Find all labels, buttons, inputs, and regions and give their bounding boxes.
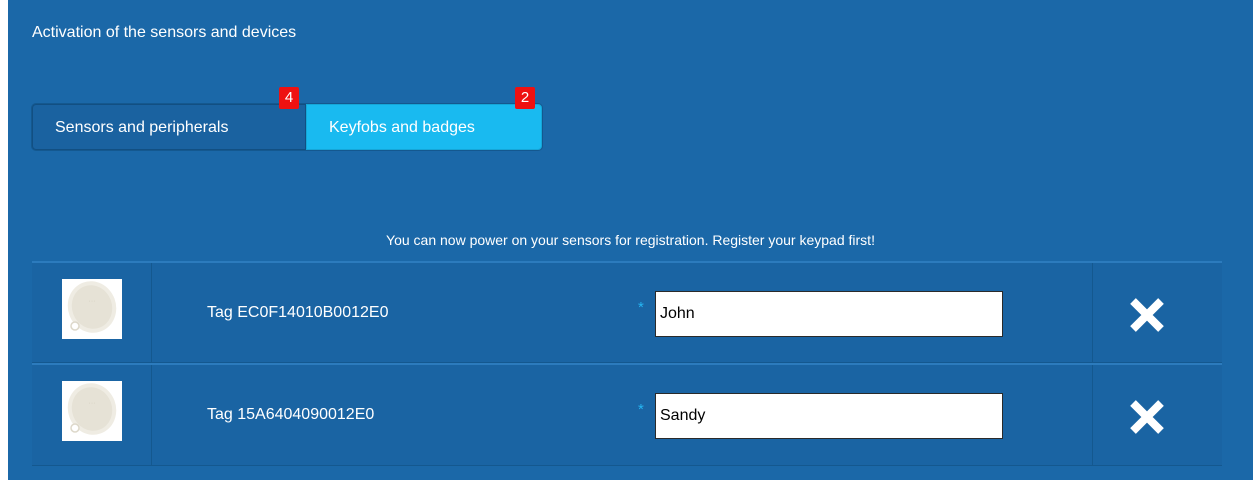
delete-button[interactable] <box>1127 295 1167 335</box>
tab-keyfobs-and-badges[interactable]: Keyfobs and badges 2 <box>306 87 542 150</box>
device-tabs: Sensors and peripherals 4 Keyfobs and ba… <box>32 87 542 150</box>
tab-count-badge: 2 <box>515 87 535 109</box>
device-list: ··· Tag EC0F14010B0012E0 * John ··· Tag … <box>32 261 1222 466</box>
device-row: ··· Tag 15A6404090012E0 * <box>32 363 1222 466</box>
device-name: Tag 15A6404090012E0 <box>207 406 375 423</box>
delete-cell <box>1092 365 1222 465</box>
device-name: Tag EC0F14010B0012E0 <box>207 303 389 321</box>
page-title: Activation of the sensors and devices <box>32 24 297 41</box>
activation-panel: Activation of the sensors and devices Se… <box>8 0 1253 480</box>
svg-text:···: ··· <box>89 400 96 407</box>
required-marker: * <box>638 299 644 316</box>
device-name-input[interactable] <box>655 291 1003 337</box>
svg-text:···: ··· <box>89 298 96 305</box>
tab-sensors-and-peripherals[interactable]: Sensors and peripherals 4 <box>32 87 306 150</box>
device-row: ··· Tag EC0F14010B0012E0 * <box>32 261 1222 363</box>
device-name-input[interactable] <box>655 393 1003 439</box>
tab-label: Sensors and peripherals <box>55 119 229 136</box>
close-x-icon <box>1130 400 1164 434</box>
keyfob-tag-icon: ··· <box>62 381 122 441</box>
delete-cell <box>1092 263 1222 362</box>
close-x-icon <box>1130 298 1164 332</box>
required-marker: * <box>638 401 644 418</box>
tab-count-badge: 4 <box>279 87 299 109</box>
keyfob-tag-icon: ··· <box>62 279 122 339</box>
registration-notice: You can now power on your sensors for re… <box>386 232 875 248</box>
device-icon-cell: ··· <box>32 365 152 465</box>
device-icon-cell: ··· <box>32 263 152 362</box>
tab-label: Keyfobs and badges <box>329 119 475 136</box>
delete-button[interactable] <box>1127 397 1167 437</box>
